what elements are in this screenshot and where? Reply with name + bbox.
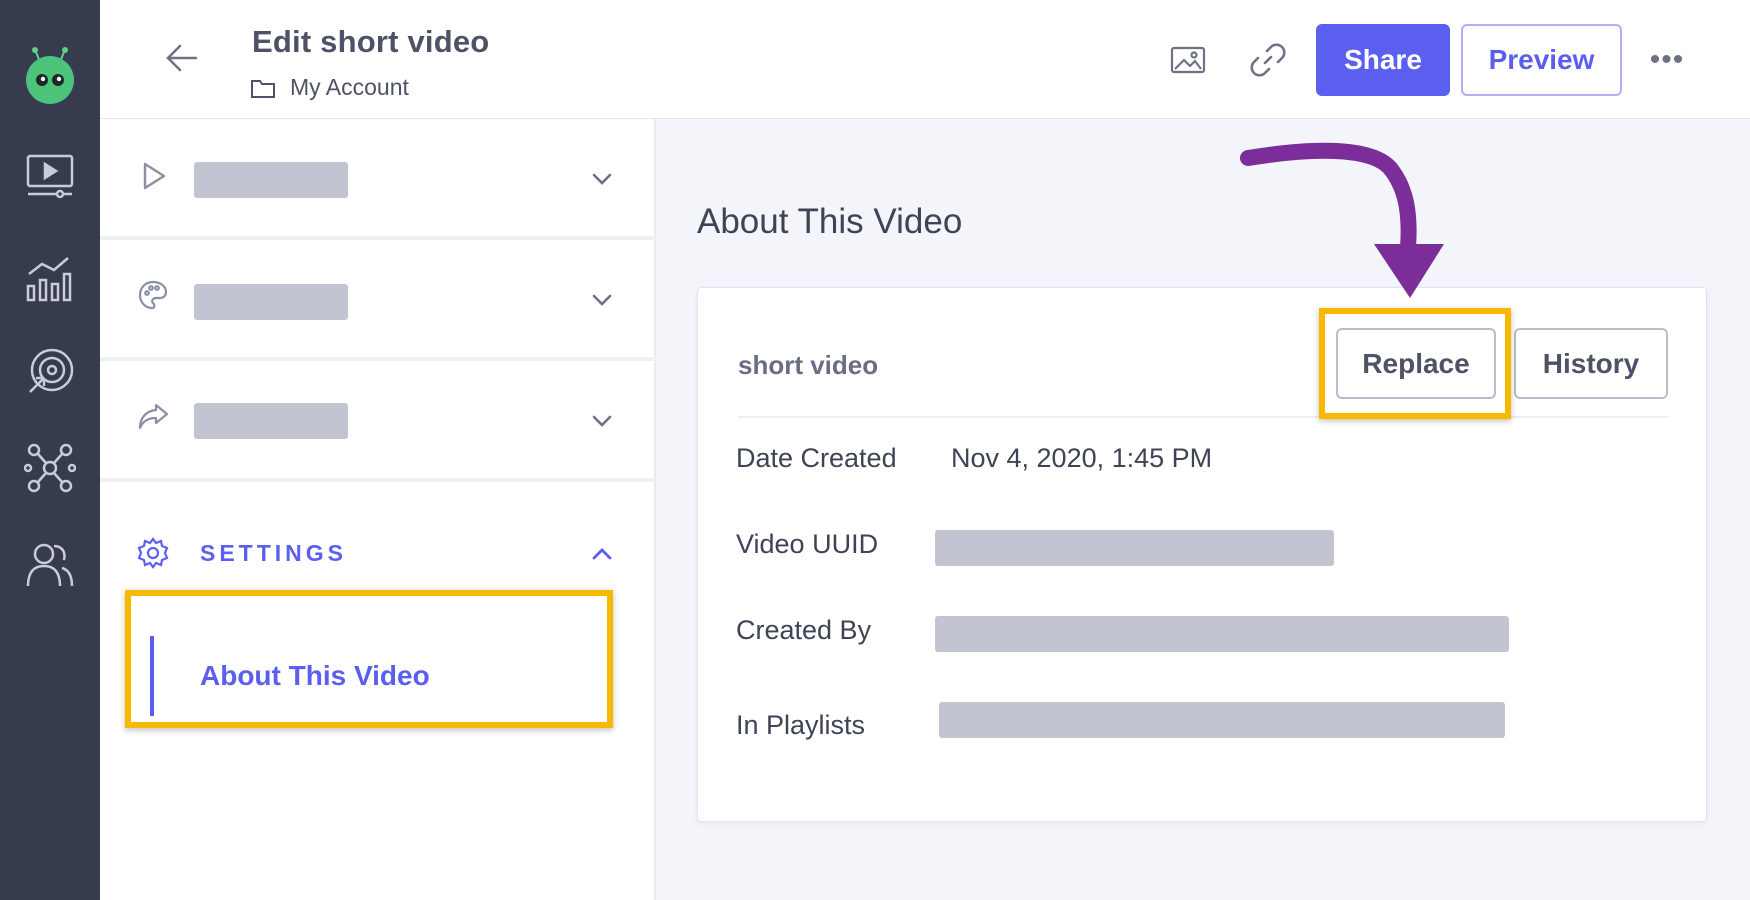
preview-button[interactable]: Preview — [1461, 24, 1622, 96]
link-icon[interactable] — [1246, 38, 1290, 82]
top-header: Edit short video My Account Share Previe… — [100, 0, 1750, 119]
date-created-label: Date Created — [736, 443, 897, 473]
editor-sidebar: SETTINGS About This Video — [100, 119, 656, 900]
redacted-label — [194, 403, 348, 439]
chevron-down-icon[interactable] — [588, 407, 616, 435]
history-button[interactable]: History — [1514, 328, 1668, 399]
sidebar-item-about-this-video[interactable]: About This Video — [150, 616, 600, 732]
replace-button[interactable]: Replace — [1336, 328, 1496, 399]
palette-icon — [138, 280, 168, 310]
app-rail — [0, 0, 100, 900]
gear-icon — [137, 537, 169, 569]
created-by-label: Created By — [736, 615, 872, 645]
date-created-value: Nov 4, 2020, 1:45 PM — [951, 443, 1213, 473]
video-file-name: short video — [738, 350, 879, 380]
video-library-icon[interactable] — [24, 150, 76, 202]
annotation-arrow-icon — [1240, 142, 1444, 298]
settings-label: SETTINGS — [200, 540, 348, 566]
arrow-left-icon[interactable] — [162, 38, 202, 78]
share-arrow-icon — [138, 403, 169, 430]
in-playlists-value — [939, 702, 1505, 738]
video-uuid-value — [935, 530, 1334, 566]
logo-icon[interactable] — [22, 42, 78, 104]
chevron-down-icon[interactable] — [588, 165, 616, 193]
created-by-value — [935, 616, 1509, 652]
settings-section-header[interactable]: SETTINGS — [136, 534, 636, 574]
folder-icon — [251, 79, 275, 98]
image-icon[interactable] — [1166, 38, 1210, 82]
sidebar-section-sharing[interactable] — [100, 361, 656, 482]
chevron-up-icon[interactable] — [588, 540, 616, 568]
breadcrumb-label: My Account — [290, 74, 409, 100]
sidebar-item-label: About This Video — [200, 660, 430, 691]
redacted-label — [194, 284, 348, 320]
redacted-label — [194, 162, 348, 198]
divider — [738, 416, 1668, 418]
share-button[interactable]: Share — [1316, 24, 1450, 96]
users-icon[interactable] — [24, 538, 76, 590]
breadcrumb[interactable]: My Account — [250, 74, 409, 101]
target-icon[interactable] — [24, 346, 76, 398]
page-title: Edit short video — [252, 24, 490, 59]
video-uuid-label: Video UUID — [736, 529, 879, 559]
sidebar-section-appearance[interactable] — [100, 240, 656, 361]
section-heading: About This Video — [697, 202, 963, 241]
in-playlists-label: In Playlists — [736, 710, 866, 740]
active-indicator — [150, 636, 154, 716]
play-icon — [143, 162, 166, 190]
sidebar-section-playback[interactable] — [100, 119, 656, 240]
integrations-icon[interactable] — [24, 442, 76, 494]
analytics-icon[interactable] — [24, 252, 76, 304]
chevron-down-icon[interactable] — [588, 286, 616, 314]
more-icon[interactable]: ••• — [1647, 42, 1687, 78]
